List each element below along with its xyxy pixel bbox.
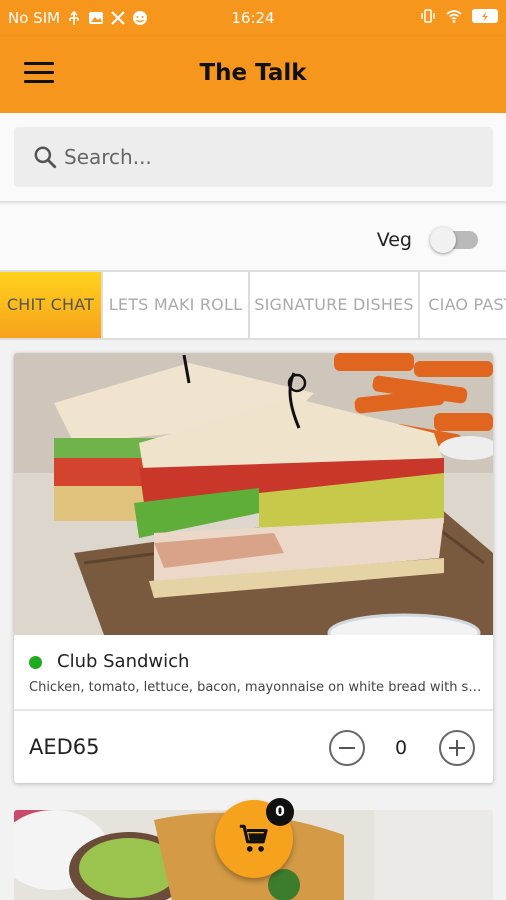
cart-count-badge: 0 bbox=[266, 798, 294, 826]
category-tabs: CHIT CHAT LETS MAKI ROLL SIGNATURE DISHE… bbox=[0, 270, 506, 340]
search-icon bbox=[34, 146, 57, 169]
cart-icon bbox=[239, 824, 268, 852]
tab-signature-dishes[interactable]: SIGNATURE DISHES bbox=[250, 272, 420, 338]
battery-icon bbox=[472, 9, 498, 23]
menu-item-card[interactable]: Club Sandwich Chicken, tomato, lettuce, … bbox=[14, 353, 493, 783]
item-description: Chicken, tomato, lettuce, bacon, mayonna… bbox=[29, 680, 489, 695]
search-input[interactable] bbox=[64, 145, 464, 169]
veg-toggle[interactable] bbox=[430, 227, 478, 253]
item-info: Club Sandwich Chicken, tomato, lettuce, … bbox=[14, 635, 493, 711]
page-title: The Talk bbox=[199, 60, 307, 86]
decrease-quantity-button[interactable] bbox=[329, 730, 365, 766]
wifi-icon bbox=[446, 10, 462, 23]
veg-indicator bbox=[29, 656, 42, 669]
veg-label: Veg bbox=[376, 229, 412, 251]
quantity-value: 0 bbox=[394, 737, 408, 759]
increase-quantity-button[interactable] bbox=[439, 730, 475, 766]
tab-ciao-pasta[interactable]: CIAO PASTA bbox=[420, 272, 506, 338]
toggle-knob bbox=[430, 227, 456, 253]
veg-filter-row: Veg bbox=[0, 205, 506, 270]
status-right bbox=[420, 8, 498, 24]
tab-chit-chat[interactable]: CHIT CHAT bbox=[0, 272, 103, 338]
status-bar: No SIM 16:24 bbox=[0, 0, 506, 36]
search-box[interactable] bbox=[14, 127, 493, 187]
item-name: Club Sandwich bbox=[57, 651, 190, 672]
item-image bbox=[14, 353, 493, 635]
search-section bbox=[0, 113, 506, 203]
tab-lets-maki-roll[interactable]: LETS MAKI ROLL bbox=[103, 272, 250, 338]
item-price: AED65 bbox=[29, 735, 100, 759]
app-bar: The Talk bbox=[0, 36, 506, 113]
vibrate-icon bbox=[421, 9, 435, 23]
